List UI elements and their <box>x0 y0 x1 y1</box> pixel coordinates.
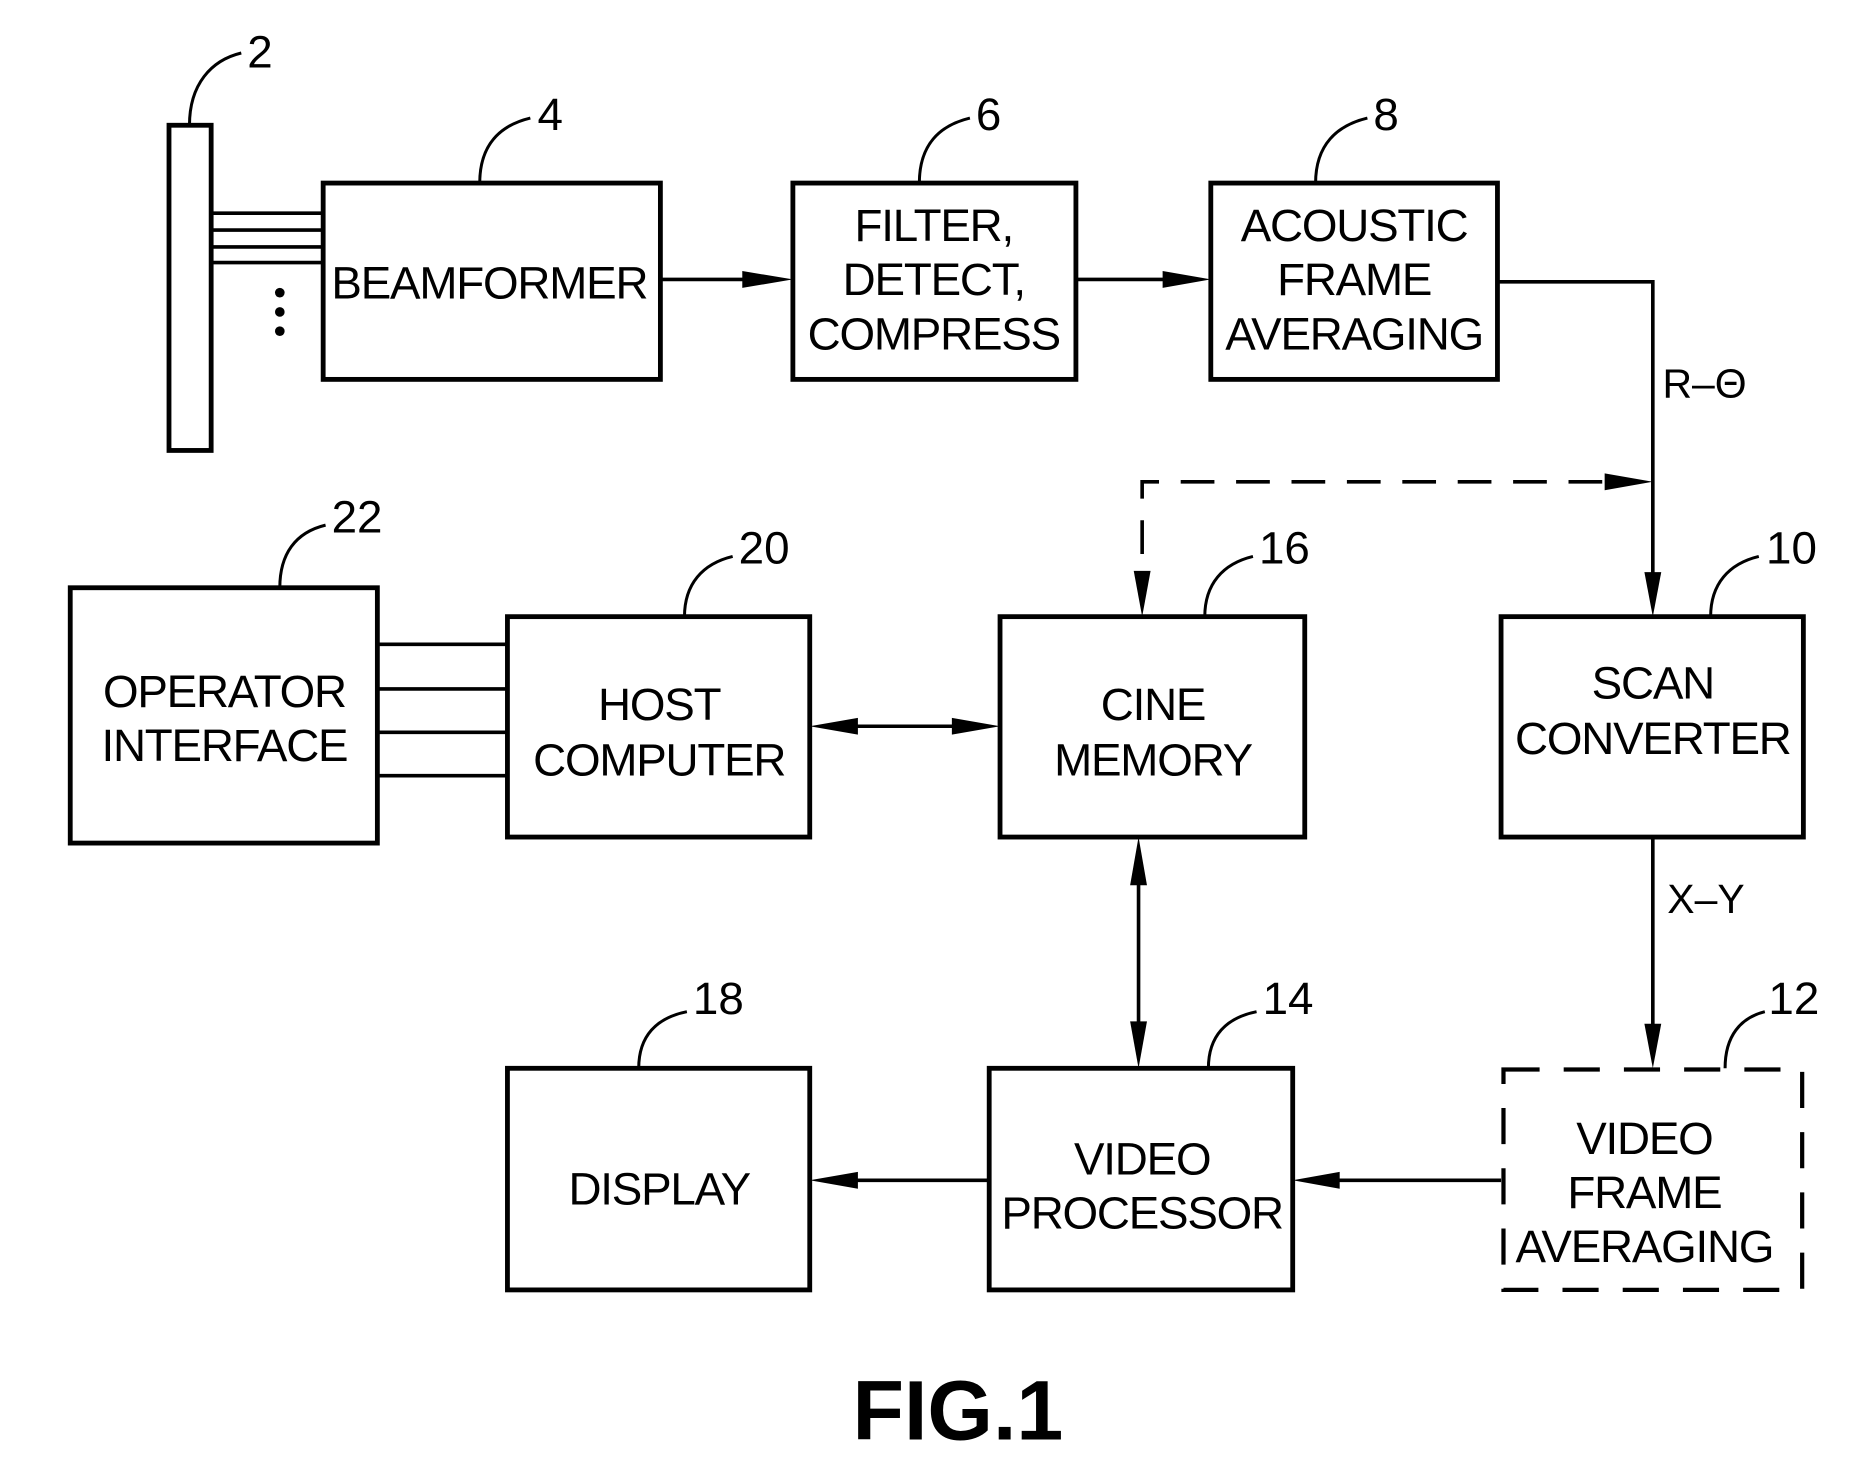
transducer-bus <box>211 211 324 337</box>
scan-label-line1: SCAN <box>1592 658 1714 709</box>
acoustic-label-line2: FRAME <box>1277 254 1431 305</box>
vp-label-line2: PROCESSOR <box>1001 1187 1283 1238</box>
transducer-bar <box>166 122 214 453</box>
r-theta-label: R–Θ <box>1662 360 1746 406</box>
operator-bus <box>377 642 508 778</box>
leader-2 <box>187 51 242 126</box>
ref-18: 18 <box>693 973 744 1024</box>
scan-label-line2: CONVERTER <box>1515 713 1791 764</box>
leader-4 <box>478 116 531 184</box>
leader-12 <box>1723 1010 1766 1069</box>
acoustic-label-line3: AVERAGING <box>1225 308 1483 359</box>
filter-label-line3: COMPRESS <box>808 308 1060 359</box>
arrowhead <box>1292 1171 1340 1189</box>
leader-22 <box>278 523 326 588</box>
acoustic-frame-averaging-block: ACOUSTIC FRAME AVERAGING 8 <box>1208 89 1500 382</box>
host-computer-block: HOST COMPUTER 20 <box>505 523 813 840</box>
leader-8 <box>1314 116 1368 184</box>
vfa-label-line3: AVERAGING <box>1515 1221 1773 1272</box>
figure-caption: FIG.1 <box>852 1363 1063 1457</box>
host-label-line1: HOST <box>598 679 721 730</box>
host-label-line2: COMPUTER <box>533 735 785 786</box>
ultrasound-block-diagram: 2 BEAMFORMER 4 FILTER, DETECT, COMPRESS … <box>67 26 1819 1457</box>
arrowhead <box>1130 837 1147 886</box>
beamformer-label: BEAMFORMER <box>331 258 647 309</box>
ref-20: 20 <box>739 523 790 574</box>
transducer-block: 2 <box>166 26 324 453</box>
cine-tap-dashed-path <box>1140 479 1603 591</box>
leader-16 <box>1203 554 1254 617</box>
operator-label-line1: OPERATOR <box>103 666 346 717</box>
arrowhead <box>809 1171 858 1189</box>
leader-14 <box>1206 1010 1257 1069</box>
acoustic-label-line1: ACOUSTIC <box>1241 200 1468 251</box>
arrowhead <box>1162 270 1211 288</box>
arrowhead <box>1604 473 1653 491</box>
arrowhead <box>742 270 793 288</box>
leader-20 <box>682 554 734 617</box>
operator-interface-block: OPERATOR INTERFACE 22 <box>67 491 383 846</box>
leader-18 <box>637 1010 688 1069</box>
vfa-label-line1: VIDEO <box>1576 1113 1712 1164</box>
filter-block: FILTER, DETECT, COMPRESS 6 <box>790 89 1079 382</box>
vfa-label-line2: FRAME <box>1567 1167 1721 1218</box>
beamformer-block: BEAMFORMER 4 <box>320 89 663 382</box>
ref-12: 12 <box>1768 973 1819 1024</box>
arrowhead <box>1644 572 1662 617</box>
ref-4: 4 <box>538 89 563 140</box>
ref-6: 6 <box>976 89 1001 140</box>
ref-8: 8 <box>1373 89 1398 140</box>
leader-6 <box>917 116 971 184</box>
arrowhead <box>809 717 858 735</box>
cine-memory-block: CINE MEMORY 16 <box>997 523 1310 840</box>
arrowhead <box>951 717 1001 735</box>
cine-label-line2: MEMORY <box>1054 735 1253 786</box>
video-frame-averaging-block: VIDEO FRAME AVERAGING 12 <box>1501 973 1819 1293</box>
r-theta-path <box>1497 280 1655 591</box>
vp-label-line1: VIDEO <box>1074 1133 1210 1184</box>
ref-16: 16 <box>1259 523 1310 574</box>
leader-10 <box>1709 554 1760 617</box>
filter-label-line2: DETECT, <box>843 254 1025 305</box>
ref-22: 22 <box>332 491 383 542</box>
ellipsis-dot <box>274 307 285 317</box>
arrowhead <box>1130 1021 1147 1069</box>
scan-converter-block: SCAN CONVERTER 10 <box>1498 523 1817 840</box>
ellipsis-dot <box>274 287 285 298</box>
ref-10: 10 <box>1766 523 1817 574</box>
x-y-label: X–Y <box>1667 876 1744 922</box>
arrowhead <box>1644 1023 1662 1069</box>
ellipsis-dot <box>274 326 285 337</box>
filter-label-line1: FILTER, <box>855 200 1014 251</box>
ref-14: 14 <box>1263 973 1314 1024</box>
display-label: DISPLAY <box>568 1163 750 1214</box>
video-processor-block: VIDEO PROCESSOR 14 <box>986 973 1314 1293</box>
display-block: DISPLAY 18 <box>505 973 813 1293</box>
operator-label-line2: INTERFACE <box>101 720 347 771</box>
ref-2: 2 <box>247 26 272 77</box>
arrowhead <box>1133 570 1151 617</box>
cine-label-line1: CINE <box>1101 679 1206 730</box>
